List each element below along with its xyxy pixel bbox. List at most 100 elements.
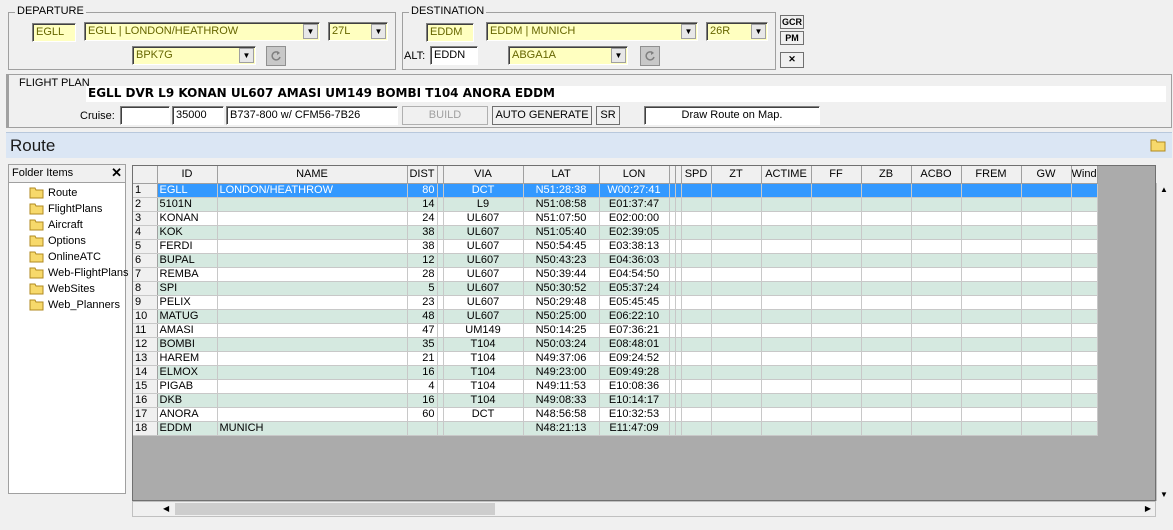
table-row[interactable]: 4 KOK 38 UL607 N51:05:40 E02:39:05 — [133, 225, 1098, 240]
cruise-speed-field[interactable] — [120, 106, 170, 125]
table-cell — [681, 267, 712, 282]
table-row[interactable]: 16 DKB 16 T104 N49:08:33 E10:14:17 — [133, 393, 1098, 408]
distance: 35 — [407, 337, 438, 352]
table-cell — [811, 295, 862, 310]
latitude: N49:37:06 — [523, 351, 600, 366]
aircraft-field[interactable]: B737-800 w/ CFM56-7B26 — [226, 106, 398, 125]
column-header[interactable]: ZT — [711, 166, 762, 184]
longitude: E11:47:09 — [599, 421, 670, 436]
airway: T104 — [443, 365, 524, 380]
column-header[interactable]: FF — [811, 166, 862, 184]
chevron-down-icon[interactable]: ▼ — [239, 48, 254, 63]
departure-sid-refresh-button[interactable] — [266, 46, 286, 66]
destination-icao-field[interactable]: EDDM — [426, 23, 474, 42]
table-row[interactable]: 12 BOMBI 35 T104 N50:03:24 E08:48:01 — [133, 337, 1098, 352]
departure-runway-value: 27L — [332, 25, 351, 37]
table-cell — [761, 351, 812, 366]
folder-item[interactable]: Web-FlightPlans — [29, 267, 129, 283]
table-row[interactable]: 2 5101N 14 L9 N51:08:58 E01:37:47 — [133, 197, 1098, 212]
waypoint-name — [217, 295, 408, 310]
destination-star-combo[interactable]: ABGA1A ▼ — [508, 46, 628, 65]
pm-button[interactable]: PM — [780, 31, 804, 45]
table-row[interactable]: 3 KONAN 24 UL607 N51:07:50 E02:00:00 — [133, 211, 1098, 226]
alternate-field[interactable]: EDDN — [430, 46, 478, 65]
airway: UL607 — [443, 225, 524, 240]
departure-sid-combo[interactable]: BPK7G ▼ — [132, 46, 256, 65]
close-icon[interactable]: ✕ — [111, 165, 122, 181]
folder-item[interactable]: Aircraft — [29, 219, 83, 235]
auto-generate-button[interactable]: AUTO GENERATE — [492, 106, 592, 125]
table-row[interactable]: 10 MATUG 48 UL607 N50:25:00 E06:22:10 — [133, 309, 1098, 324]
table-row[interactable]: 6 BUPAL 12 UL607 N50:43:23 E04:36:03 — [133, 253, 1098, 268]
table-row[interactable]: 17 ANORA 60 DCT N48:56:58 E10:32:53 — [133, 407, 1098, 422]
column-header[interactable]: NAME — [217, 166, 408, 184]
close-button[interactable]: ✕ — [780, 52, 804, 68]
destination-airport-combo[interactable]: EDDM | MUNICH ▼ — [486, 22, 698, 41]
column-header[interactable]: ACBO — [911, 166, 962, 184]
cruise-altitude-field[interactable]: 35000 — [172, 106, 224, 125]
destination-runway-combo[interactable]: 26R ▼ — [706, 22, 768, 41]
table-row[interactable]: 13 HAREM 21 T104 N49:37:06 E09:24:52 — [133, 351, 1098, 366]
scroll-right-icon[interactable]: ▶ — [1145, 504, 1151, 513]
chevron-down-icon[interactable]: ▼ — [681, 24, 696, 39]
column-header[interactable]: LAT — [523, 166, 600, 184]
column-header[interactable]: LON — [599, 166, 670, 184]
route-string-field[interactable]: EGLL DVR L9 KONAN UL607 AMASI UM149 BOMB… — [86, 86, 1166, 102]
table-row[interactable]: 5 FERDI 38 UL607 N50:54:45 E03:38:13 — [133, 239, 1098, 254]
departure-runway-combo[interactable]: 27L ▼ — [328, 22, 388, 41]
column-header[interactable]: SPD — [681, 166, 712, 184]
table-cell — [711, 253, 762, 268]
chevron-down-icon[interactable]: ▼ — [303, 24, 318, 39]
column-header[interactable]: ACTIME — [761, 166, 812, 184]
table-row[interactable]: 8 SPI 5 UL607 N50:30:52 E05:37:24 — [133, 281, 1098, 296]
build-button[interactable]: BUILD — [402, 106, 488, 125]
table-row[interactable]: 9 PELIX 23 UL607 N50:29:48 E05:45:45 — [133, 295, 1098, 310]
scroll-up-icon[interactable]: ▲ — [1160, 185, 1168, 194]
column-header[interactable]: ID — [157, 166, 218, 184]
waypoint-id: ELMOX — [157, 365, 218, 380]
gcr-button[interactable]: GCR — [780, 15, 804, 29]
table-cell — [711, 197, 762, 212]
table-cell — [861, 211, 912, 226]
row-number: 3 — [133, 211, 158, 226]
folder-item[interactable]: Web_Planners — [29, 299, 120, 315]
destination-star-refresh-button[interactable] — [640, 46, 660, 66]
departure-airport-combo[interactable]: EGLL | LONDON/HEATHROW ▼ — [84, 22, 320, 41]
table-cell — [811, 323, 862, 338]
scroll-left-icon[interactable]: ◀ — [163, 504, 169, 513]
folder-icon — [29, 203, 44, 215]
table-row[interactable]: 18 EDDM MUNICH N48:21:13 E11:47:09 — [133, 421, 1098, 436]
sr-button[interactable]: SR — [596, 106, 620, 125]
table-row[interactable]: 15 PIGAB 4 T104 N49:11:53 E10:08:36 — [133, 379, 1098, 394]
table-cell — [761, 379, 812, 394]
folder-item[interactable]: FlightPlans — [29, 203, 102, 219]
vertical-scrollbar[interactable]: ▲ ▼ — [1156, 183, 1172, 501]
folder-item[interactable]: OnlineATC — [29, 251, 101, 267]
column-header[interactable]: GW — [1021, 166, 1072, 184]
folder-icon[interactable] — [1150, 138, 1166, 152]
table-row[interactable]: 14 ELMOX 16 T104 N49:23:00 E09:49:28 — [133, 365, 1098, 380]
folder-item-label: Aircraft — [48, 219, 83, 231]
column-header[interactable]: DIST — [407, 166, 438, 184]
draw-route-field[interactable]: Draw Route on Map. — [644, 106, 820, 125]
column-header[interactable]: VIA — [443, 166, 524, 184]
table-cell — [961, 407, 1022, 422]
chevron-down-icon[interactable]: ▼ — [611, 48, 626, 63]
chevron-down-icon[interactable]: ▼ — [751, 24, 766, 39]
folder-item[interactable]: WebSites — [29, 283, 95, 299]
scroll-thumb[interactable] — [175, 503, 495, 515]
waypoint-id: MATUG — [157, 309, 218, 324]
table-row[interactable]: 1 EGLL LONDON/HEATHROW 80 DCT N51:28:38 W00:27… — [133, 183, 1098, 198]
horizontal-scrollbar[interactable]: ◀ ▶ — [132, 501, 1156, 517]
table-row[interactable]: 11 AMASI 47 UM149 N50:14:25 E07:36:21 — [133, 323, 1098, 338]
column-header[interactable]: FREM — [961, 166, 1022, 184]
chevron-down-icon[interactable]: ▼ — [371, 24, 386, 39]
table-row[interactable]: 7 REMBA 28 UL607 N50:39:44 E04:54:50 — [133, 267, 1098, 282]
column-header[interactable]: Wind — [1071, 166, 1098, 184]
scroll-down-icon[interactable]: ▼ — [1160, 490, 1168, 499]
departure-icao-field[interactable]: EGLL — [32, 23, 76, 42]
folder-item[interactable]: Route — [29, 187, 77, 203]
departure-legend: DEPARTURE — [15, 5, 86, 17]
folder-item[interactable]: Options — [29, 235, 86, 251]
column-header[interactable]: ZB — [861, 166, 912, 184]
